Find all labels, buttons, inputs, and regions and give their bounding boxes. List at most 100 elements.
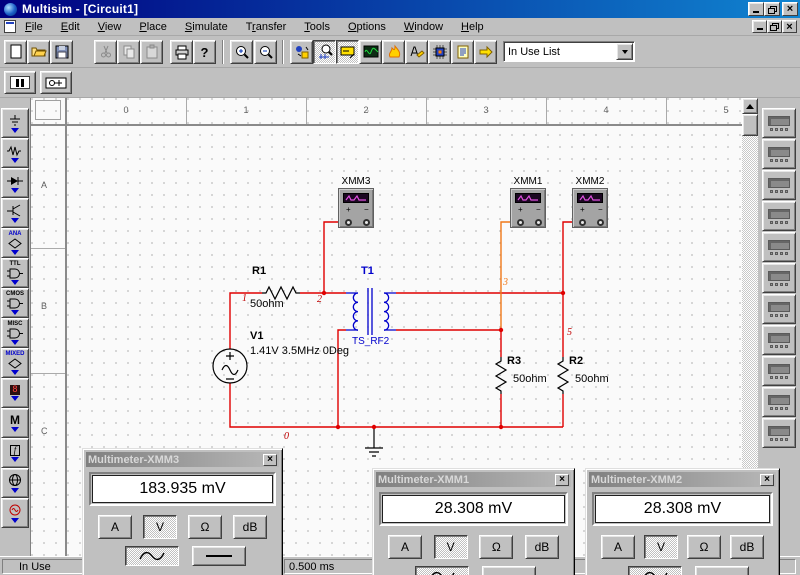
scroll-up-button[interactable] — [742, 98, 758, 114]
ohms-mode-button[interactable]: Ω — [188, 515, 222, 539]
bode-plotter-instrument-button[interactable] — [762, 232, 796, 262]
instrument-panel-button[interactable] — [336, 40, 359, 64]
transistors-group-button[interactable] — [1, 198, 29, 228]
window-titlebar[interactable]: Multimeter-XMM2 × — [589, 472, 776, 487]
window-titlebar[interactable]: Multimeter-XMM1 × — [376, 472, 571, 487]
mixed-group-button[interactable]: MIXED — [1, 348, 29, 378]
ac-signal-button[interactable] — [125, 546, 179, 566]
controls-group-button[interactable]: f — [1, 438, 29, 468]
multimeter-component-xmm1[interactable]: +− — [510, 188, 546, 228]
misc-digital-group-button[interactable]: MISC — [1, 318, 29, 348]
db-mode-button[interactable]: dB — [233, 515, 267, 539]
component-wizard-button[interactable] — [290, 40, 313, 64]
amps-mode-button[interactable]: A — [601, 535, 635, 559]
word-generator-instrument-button[interactable] — [762, 263, 796, 293]
logic-analyzer-instrument-button[interactable] — [762, 294, 796, 324]
copy-button[interactable] — [117, 40, 140, 64]
indicators-group-button[interactable]: 8 — [1, 378, 29, 408]
plus-terminal[interactable] — [579, 219, 586, 226]
oscilloscope-toolbar-button[interactable] — [359, 40, 382, 64]
function-generator-instrument-button[interactable] — [762, 139, 796, 169]
multimeter-window-xmm2[interactable]: Multimeter-XMM2 × 28.308 mV A V Ω dB — [585, 468, 780, 575]
zoom-out-button[interactable] — [254, 40, 277, 64]
in-use-list-combo[interactable]: In Use List — [503, 41, 635, 62]
menu-view[interactable]: View — [89, 20, 131, 34]
db-mode-button[interactable]: dB — [525, 535, 559, 559]
multimeter-component-xmm3[interactable]: +− — [338, 188, 374, 228]
volts-mode-button[interactable]: V — [143, 515, 177, 539]
close-button[interactable]: × — [760, 474, 774, 486]
analysis-button[interactable] — [382, 40, 405, 64]
zoom-in-button[interactable] — [230, 40, 253, 64]
minus-terminal[interactable] — [597, 219, 604, 226]
reports-button[interactable] — [451, 40, 474, 64]
pause-simulation-button[interactable] — [4, 71, 36, 94]
cut-button[interactable] — [94, 40, 117, 64]
analog-group-button[interactable]: ANA — [1, 228, 29, 258]
paste-button[interactable] — [140, 40, 163, 64]
ttl-group-button[interactable]: TTL — [1, 258, 29, 288]
wattmeter-instrument-button[interactable] — [762, 170, 796, 200]
save-button[interactable] — [50, 40, 73, 64]
sources-group-button[interactable] — [1, 108, 29, 138]
network-analyzer-instrument-button[interactable] — [762, 418, 796, 448]
transfer-button[interactable] — [474, 40, 497, 64]
ohms-mode-button[interactable]: Ω — [687, 535, 721, 559]
dc-signal-button[interactable] — [695, 566, 749, 575]
plus-terminal[interactable] — [517, 219, 524, 226]
minimize-button[interactable] — [748, 2, 764, 16]
misc-group-button[interactable]: M — [1, 408, 29, 438]
ac-signal-button[interactable] — [628, 566, 682, 575]
document-icon[interactable] — [4, 20, 16, 33]
menu-options[interactable]: Options — [339, 20, 395, 34]
menu-file[interactable]: File — [16, 20, 52, 34]
menu-tools[interactable]: Tools — [295, 20, 339, 34]
electromechanical-group-button[interactable] — [1, 498, 29, 528]
wires[interactable] — [230, 222, 577, 429]
multimeter-instrument-button[interactable] — [762, 108, 796, 138]
close-button[interactable]: × — [263, 454, 277, 466]
restore-button[interactable] — [764, 2, 780, 16]
menu-simulate[interactable]: Simulate — [176, 20, 237, 34]
child-minimize-button[interactable] — [752, 20, 767, 33]
menu-edit[interactable]: Edit — [52, 20, 89, 34]
menu-help[interactable]: Help — [452, 20, 493, 34]
volts-mode-button[interactable]: V — [434, 535, 468, 559]
child-close-button[interactable]: × — [782, 20, 797, 33]
ac-signal-button[interactable] — [415, 566, 469, 575]
plus-terminal[interactable] — [345, 219, 352, 226]
amps-mode-button[interactable]: A — [98, 515, 132, 539]
dc-signal-button[interactable] — [192, 546, 246, 566]
dc-signal-button[interactable] — [482, 566, 536, 575]
ohms-mode-button[interactable]: Ω — [479, 535, 513, 559]
open-file-button[interactable] — [27, 40, 50, 64]
ground-symbol[interactable] — [365, 429, 383, 456]
help-button[interactable]: ? — [193, 40, 216, 64]
create-component-button[interactable] — [428, 40, 451, 64]
resistor-r2[interactable] — [558, 357, 568, 394]
rf-group-button[interactable] — [1, 468, 29, 498]
volts-mode-button[interactable]: V — [644, 535, 678, 559]
logic-converter-instrument-button[interactable] — [762, 325, 796, 355]
postprocessor-button[interactable] — [405, 40, 428, 64]
minus-terminal[interactable] — [363, 219, 370, 226]
close-button[interactable]: × — [555, 474, 569, 486]
spectrum-analyzer-instrument-button[interactable] — [762, 387, 796, 417]
close-button[interactable]: × — [782, 2, 798, 16]
multimeter-window-xmm1[interactable]: Multimeter-XMM1 × 28.308 mV A V Ω dB — [372, 468, 575, 575]
ac-source-v1[interactable] — [213, 349, 247, 383]
menu-transfer[interactable]: Transfer — [237, 20, 296, 34]
cmos-group-button[interactable]: CMOS — [1, 288, 29, 318]
combo-dropdown-button[interactable] — [616, 43, 633, 60]
db-mode-button[interactable]: dB — [730, 535, 764, 559]
distortion-analyzer-instrument-button[interactable] — [762, 356, 796, 386]
multimeter-window-xmm3[interactable]: Multimeter-XMM3 × 183.935 mV A V Ω dB — [82, 448, 283, 575]
amps-mode-button[interactable]: A — [388, 535, 422, 559]
oscilloscope-instrument-button[interactable] — [762, 201, 796, 231]
basic-group-button[interactable] — [1, 138, 29, 168]
multimeter-component-xmm2[interactable]: +− — [572, 188, 608, 228]
window-titlebar[interactable]: Multimeter-XMM3 × — [86, 452, 279, 467]
minus-terminal[interactable] — [535, 219, 542, 226]
child-restore-button[interactable] — [767, 20, 782, 33]
print-button[interactable] — [170, 40, 193, 64]
